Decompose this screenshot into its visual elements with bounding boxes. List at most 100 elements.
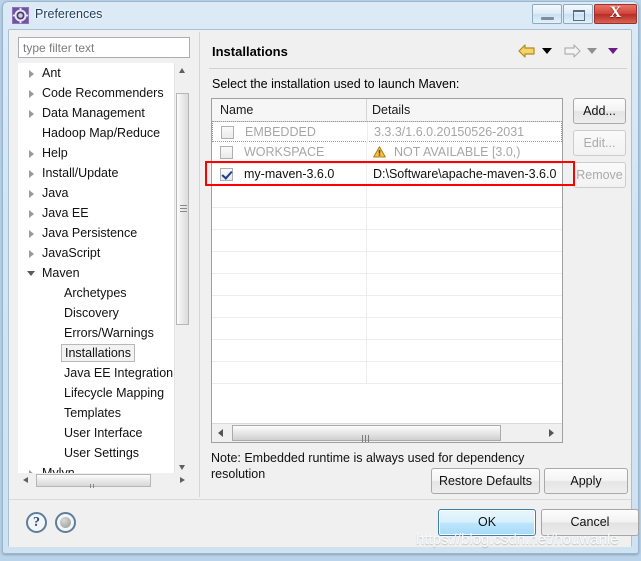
ok-button[interactable]: OK	[438, 509, 536, 536]
tree-collapsed-icon[interactable]	[29, 210, 34, 218]
sidebar-item-hadoop-map-reduce[interactable]: Hadoop Map/Reduce	[18, 123, 175, 143]
back-menu-chevron-down-icon[interactable]	[541, 47, 552, 54]
tree-vertical-scroll-thumb[interactable]	[176, 93, 189, 325]
tree-vertical-scrollbar[interactable]	[174, 63, 190, 475]
cell-divider	[366, 362, 367, 383]
cancel-button[interactable]: Cancel	[541, 509, 639, 536]
tree-collapsed-icon[interactable]	[29, 230, 34, 238]
sidebar-item-install-update[interactable]: Install/Update	[18, 163, 175, 183]
table-row-empty[interactable]	[212, 340, 562, 362]
table-row-empty[interactable]	[212, 296, 562, 318]
row-checkbox[interactable]	[221, 126, 234, 139]
table-row-empty[interactable]	[212, 252, 562, 274]
sidebar-item-label: JavaScript	[42, 246, 101, 260]
sidebar-item-label: User Settings	[64, 446, 140, 460]
sidebar-item-lifecycle-mapping[interactable]: Lifecycle Mapping	[18, 383, 175, 403]
table-header: Name Details	[212, 99, 562, 122]
sidebar-item-label: Hadoop Map/Reduce	[42, 126, 161, 140]
tree-horizontal-scroll-thumb[interactable]	[36, 474, 151, 488]
cell-divider	[366, 252, 367, 273]
filter-input[interactable]	[18, 37, 190, 58]
preferences-tree[interactable]: Ant Code Recommenders Data Management Hadoo…	[18, 63, 190, 488]
tree-horizontal-scrollbar[interactable]	[18, 473, 190, 488]
scroll-grip-icon	[89, 478, 98, 488]
table-rows: EMBEDDED 3.3.3/1.6.0.20150526-2031 WORKSPA…	[212, 121, 562, 422]
sidebar-item-help[interactable]: Help	[18, 143, 175, 163]
restore-defaults-circle-icon[interactable]	[55, 512, 76, 533]
warning-triangle-icon	[373, 146, 386, 158]
sidebar-item-java[interactable]: Java	[18, 183, 175, 203]
tree-collapsed-icon[interactable]	[29, 110, 34, 118]
tree-collapsed-icon[interactable]	[29, 170, 34, 178]
sidebar-item-templates[interactable]: Templates	[18, 403, 175, 423]
tree-collapsed-icon[interactable]	[29, 190, 34, 198]
sidebar-item-label: Errors/Warnings	[64, 326, 154, 340]
sidebar-item-label: Ant	[42, 66, 61, 80]
view-menu-chevron-down-icon[interactable]	[608, 47, 618, 54]
table-row-empty[interactable]	[212, 186, 562, 208]
table-row-empty[interactable]	[212, 230, 562, 252]
remove-button[interactable]: Remove	[573, 162, 626, 188]
sidebar-item-label: Lifecycle Mapping	[64, 386, 165, 400]
sidebar-item-data-management[interactable]: Data Management	[18, 103, 175, 123]
title-bar[interactable]: Preferences X	[3, 2, 638, 30]
sidebar-item-label: Install/Update	[42, 166, 119, 180]
tree-collapsed-icon[interactable]	[29, 90, 34, 98]
sidebar-item-ant[interactable]: Ant	[18, 63, 175, 83]
tree-collapsed-icon[interactable]	[29, 150, 34, 158]
back-arrow-icon[interactable]	[518, 43, 536, 59]
sidebar-item-java-ee[interactable]: Java EE	[18, 203, 175, 223]
table-row-empty[interactable]	[212, 274, 562, 296]
table-row[interactable]: EMBEDDED 3.3.3/1.6.0.20150526-2031	[212, 121, 562, 143]
sidebar-item-errors-warnings[interactable]: Errors/Warnings	[18, 323, 175, 343]
cell-divider	[366, 142, 367, 163]
row-checkbox[interactable]	[220, 146, 233, 159]
sidebar-item-label: Help	[42, 146, 68, 160]
sidebar-item-user-settings[interactable]: User Settings	[18, 443, 175, 463]
preferences-dialog-window: Preferences X Ant Code Recommenders Data M…	[0, 0, 641, 561]
row-checkbox[interactable]	[220, 168, 233, 181]
column-header-details[interactable]: Details	[372, 99, 410, 121]
tree-collapsed-icon[interactable]	[29, 250, 34, 258]
table-scroll-right-icon[interactable]	[544, 425, 561, 441]
sidebar-item-java-persistence[interactable]: Java Persistence	[18, 223, 175, 243]
sidebar-item-discovery[interactable]: Discovery	[18, 303, 175, 323]
close-button[interactable]: X	[594, 4, 637, 24]
tree-scroll-up-icon[interactable]	[175, 63, 190, 78]
tree-collapsed-icon[interactable]	[29, 70, 34, 78]
sidebar-item-maven[interactable]: Maven	[18, 263, 175, 283]
table-row-empty[interactable]	[212, 362, 562, 384]
table-horizontal-scrollbar[interactable]	[212, 423, 562, 442]
tree-expanded-icon[interactable]	[27, 271, 35, 276]
tree-scroll-right-icon[interactable]	[175, 473, 190, 488]
edit-button[interactable]: Edit...	[573, 130, 626, 156]
column-header-name[interactable]: Name	[220, 99, 253, 121]
forward-arrow-icon	[564, 44, 581, 58]
cell-name: my-maven-3.6.0	[244, 167, 335, 181]
table-row-empty[interactable]	[212, 318, 562, 340]
sidebar-item-user-interface[interactable]: User Interface	[18, 423, 175, 443]
table-row-empty[interactable]	[212, 208, 562, 230]
table-row[interactable]: my-maven-3.6.0 D:\Software\apache-maven-3…	[212, 164, 562, 186]
table-scroll-left-icon[interactable]	[213, 425, 230, 441]
help-question-icon[interactable]: ?	[26, 512, 47, 533]
sidebar-item-code-recommenders[interactable]: Code Recommenders	[18, 83, 175, 103]
restore-defaults-button[interactable]: Restore Defaults	[431, 468, 540, 494]
table-horizontal-scroll-thumb[interactable]	[232, 425, 501, 442]
tree-scroll-left-icon[interactable]	[18, 473, 33, 488]
sidebar-item-label: Java	[42, 186, 69, 200]
sidebar-item-java-ee-integration[interactable]: Java EE Integration	[18, 363, 175, 383]
sidebar-item-javascript[interactable]: JavaScript	[18, 243, 175, 263]
sidebar-item-installations[interactable]: Installations	[18, 343, 175, 363]
installations-table[interactable]: Name Details EMBEDDED 3.3.3/1.6.0.2015052…	[211, 98, 563, 443]
dialog-body: Ant Code Recommenders Data Management Hadoo…	[8, 29, 639, 547]
apply-button[interactable]: Apply	[544, 468, 628, 494]
add-button[interactable]: Add...	[573, 98, 626, 124]
sidebar-item-archetypes[interactable]: Archetypes	[18, 283, 175, 303]
column-divider[interactable]	[366, 99, 367, 121]
cell-divider	[366, 340, 367, 361]
cell-divider	[366, 274, 367, 295]
table-row[interactable]: WORKSPACE NOT AVAILABLE [3.0,)	[212, 142, 562, 164]
maximize-button[interactable]	[563, 4, 593, 24]
minimize-button[interactable]	[532, 4, 562, 24]
